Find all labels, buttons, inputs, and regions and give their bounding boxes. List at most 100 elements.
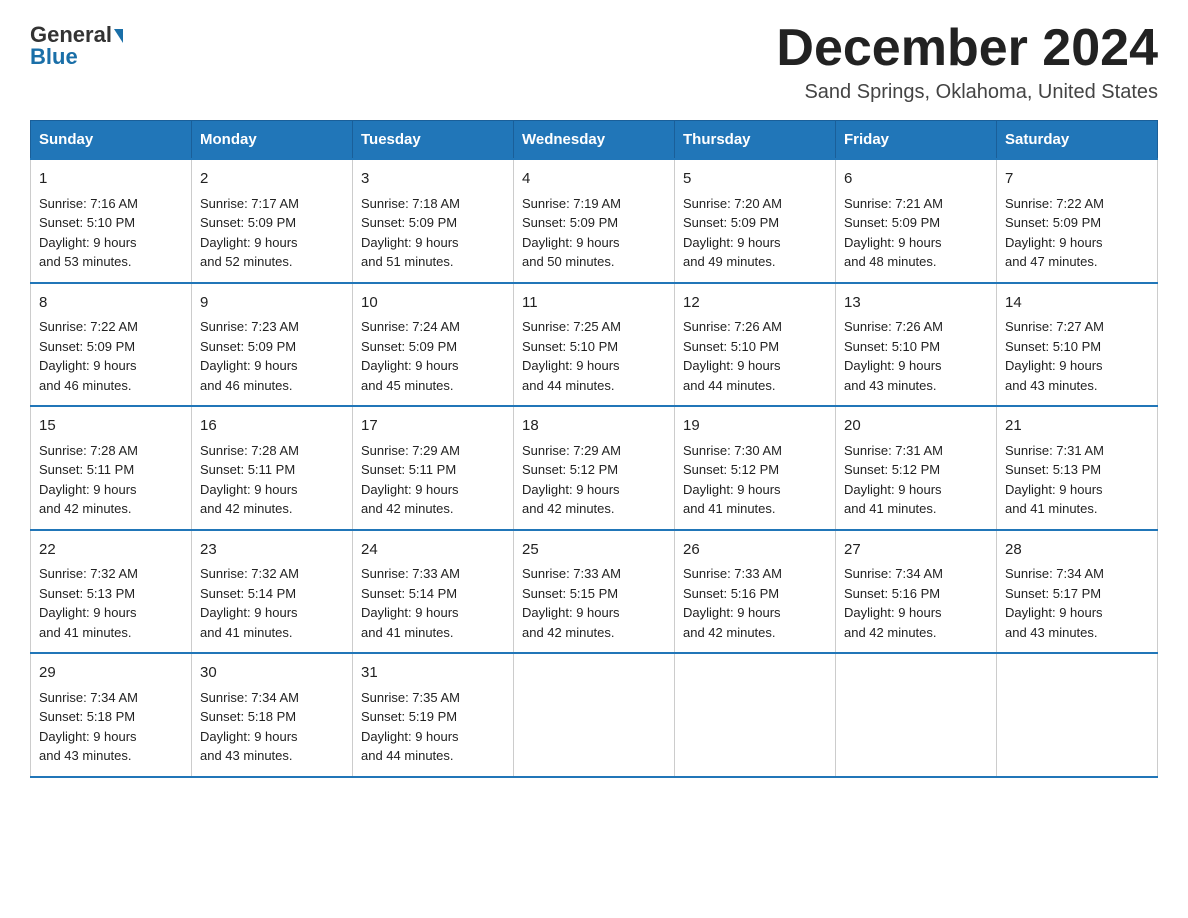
calendar-cell: 18 Sunrise: 7:29 AMSunset: 5:12 PMDayligh… [514, 406, 675, 530]
day-info: Sunrise: 7:34 AMSunset: 5:18 PMDaylight:… [39, 688, 183, 766]
calendar-cell: 29 Sunrise: 7:34 AMSunset: 5:18 PMDayligh… [31, 653, 192, 777]
day-info: Sunrise: 7:17 AMSunset: 5:09 PMDaylight:… [200, 194, 344, 272]
day-number: 22 [39, 539, 183, 562]
calendar-header-sunday: Sunday [31, 121, 192, 160]
day-number: 23 [200, 539, 344, 562]
day-info: Sunrise: 7:31 AMSunset: 5:12 PMDaylight:… [844, 441, 988, 519]
day-number: 21 [1005, 415, 1149, 438]
calendar-cell: 28Sunrise: 7:34 AMSunset: 5:17 PMDayligh… [997, 530, 1158, 654]
day-number: 11 [522, 292, 666, 315]
day-number: 26 [683, 539, 827, 562]
calendar-cell: 30 Sunrise: 7:34 AMSunset: 5:18 PMDayligh… [192, 653, 353, 777]
calendar-cell: 26Sunrise: 7:33 AMSunset: 5:16 PMDayligh… [675, 530, 836, 654]
day-info: Sunrise: 7:20 AMSunset: 5:09 PMDaylight:… [683, 194, 827, 272]
day-number: 31 [361, 662, 505, 685]
calendar-cell [836, 653, 997, 777]
day-number: 28 [1005, 539, 1149, 562]
calendar-cell [997, 653, 1158, 777]
calendar-week-row: 29 Sunrise: 7:34 AMSunset: 5:18 PMDayligh… [31, 653, 1158, 777]
calendar-cell: 7Sunrise: 7:22 AMSunset: 5:09 PMDaylight… [997, 159, 1158, 283]
day-number: 8 [39, 292, 183, 315]
day-info: Sunrise: 7:28 AMSunset: 5:11 PMDaylight:… [200, 441, 344, 519]
title-block: December 2024 Sand Springs, Oklahoma, Un… [776, 20, 1158, 104]
day-info: Sunrise: 7:22 AMSunset: 5:09 PMDaylight:… [39, 317, 183, 395]
calendar-cell: 14Sunrise: 7:27 AMSunset: 5:10 PMDayligh… [997, 283, 1158, 407]
calendar-cell: 5 Sunrise: 7:20 AMSunset: 5:09 PMDaylight… [675, 159, 836, 283]
day-info: Sunrise: 7:34 AMSunset: 5:17 PMDaylight:… [1005, 564, 1149, 642]
calendar-cell: 20 Sunrise: 7:31 AMSunset: 5:12 PMDayligh… [836, 406, 997, 530]
day-info: Sunrise: 7:33 AMSunset: 5:16 PMDaylight:… [683, 564, 827, 642]
day-info: Sunrise: 7:23 AMSunset: 5:09 PMDaylight:… [200, 317, 344, 395]
day-number: 10 [361, 292, 505, 315]
calendar-cell: 10Sunrise: 7:24 AMSunset: 5:09 PMDayligh… [353, 283, 514, 407]
day-number: 15 [39, 415, 183, 438]
day-info: Sunrise: 7:33 AMSunset: 5:15 PMDaylight:… [522, 564, 666, 642]
calendar-cell: 19 Sunrise: 7:30 AMSunset: 5:12 PMDayligh… [675, 406, 836, 530]
day-info: Sunrise: 7:16 AMSunset: 5:10 PMDaylight:… [39, 194, 183, 272]
day-info: Sunrise: 7:30 AMSunset: 5:12 PMDaylight:… [683, 441, 827, 519]
day-info: Sunrise: 7:32 AMSunset: 5:13 PMDaylight:… [39, 564, 183, 642]
logo-triangle-icon [114, 29, 123, 43]
day-number: 17 [361, 415, 505, 438]
calendar-cell: 15 Sunrise: 7:28 AMSunset: 5:11 PMDayligh… [31, 406, 192, 530]
day-number: 16 [200, 415, 344, 438]
day-number: 7 [1005, 168, 1149, 191]
day-info: Sunrise: 7:34 AMSunset: 5:18 PMDaylight:… [200, 688, 344, 766]
month-title: December 2024 [776, 20, 1158, 77]
day-number: 3 [361, 168, 505, 191]
day-info: Sunrise: 7:29 AMSunset: 5:12 PMDaylight:… [522, 441, 666, 519]
day-info: Sunrise: 7:27 AMSunset: 5:10 PMDaylight:… [1005, 317, 1149, 395]
day-info: Sunrise: 7:32 AMSunset: 5:14 PMDaylight:… [200, 564, 344, 642]
calendar-cell [514, 653, 675, 777]
day-number: 2 [200, 168, 344, 191]
day-number: 20 [844, 415, 988, 438]
day-info: Sunrise: 7:28 AMSunset: 5:11 PMDaylight:… [39, 441, 183, 519]
calendar-cell: 24Sunrise: 7:33 AMSunset: 5:14 PMDayligh… [353, 530, 514, 654]
day-number: 1 [39, 168, 183, 191]
calendar-cell: 25Sunrise: 7:33 AMSunset: 5:15 PMDayligh… [514, 530, 675, 654]
calendar-cell: 1 Sunrise: 7:16 AMSunset: 5:10 PMDaylight… [31, 159, 192, 283]
day-number: 30 [200, 662, 344, 685]
day-number: 12 [683, 292, 827, 315]
calendar-week-row: 8Sunrise: 7:22 AMSunset: 5:09 PMDaylight… [31, 283, 1158, 407]
calendar-cell: 27Sunrise: 7:34 AMSunset: 5:16 PMDayligh… [836, 530, 997, 654]
logo: General Blue [30, 20, 123, 68]
day-number: 4 [522, 168, 666, 191]
day-number: 29 [39, 662, 183, 685]
calendar-cell: 4 Sunrise: 7:19 AMSunset: 5:09 PMDaylight… [514, 159, 675, 283]
calendar-week-row: 1 Sunrise: 7:16 AMSunset: 5:10 PMDaylight… [31, 159, 1158, 283]
day-number: 6 [844, 168, 988, 191]
calendar-week-row: 22Sunrise: 7:32 AMSunset: 5:13 PMDayligh… [31, 530, 1158, 654]
day-number: 14 [1005, 292, 1149, 315]
day-info: Sunrise: 7:34 AMSunset: 5:16 PMDaylight:… [844, 564, 988, 642]
day-number: 19 [683, 415, 827, 438]
calendar-cell: 16 Sunrise: 7:28 AMSunset: 5:11 PMDayligh… [192, 406, 353, 530]
day-info: Sunrise: 7:33 AMSunset: 5:14 PMDaylight:… [361, 564, 505, 642]
calendar-header-thursday: Thursday [675, 121, 836, 160]
day-info: Sunrise: 7:25 AMSunset: 5:10 PMDaylight:… [522, 317, 666, 395]
day-number: 25 [522, 539, 666, 562]
day-info: Sunrise: 7:35 AMSunset: 5:19 PMDaylight:… [361, 688, 505, 766]
day-number: 5 [683, 168, 827, 191]
calendar-cell: 2 Sunrise: 7:17 AMSunset: 5:09 PMDaylight… [192, 159, 353, 283]
day-info: Sunrise: 7:29 AMSunset: 5:11 PMDaylight:… [361, 441, 505, 519]
day-number: 18 [522, 415, 666, 438]
day-number: 9 [200, 292, 344, 315]
logo-blue-text: Blue [30, 46, 78, 68]
calendar-cell: 23Sunrise: 7:32 AMSunset: 5:14 PMDayligh… [192, 530, 353, 654]
day-info: Sunrise: 7:26 AMSunset: 5:10 PMDaylight:… [844, 317, 988, 395]
calendar-cell: 11Sunrise: 7:25 AMSunset: 5:10 PMDayligh… [514, 283, 675, 407]
calendar-cell: 9Sunrise: 7:23 AMSunset: 5:09 PMDaylight… [192, 283, 353, 407]
calendar-header-tuesday: Tuesday [353, 121, 514, 160]
calendar-cell: 21Sunrise: 7:31 AMSunset: 5:13 PMDayligh… [997, 406, 1158, 530]
logo-general-text: General [30, 24, 123, 46]
calendar-cell: 17 Sunrise: 7:29 AMSunset: 5:11 PMDayligh… [353, 406, 514, 530]
calendar-cell: 3Sunrise: 7:18 AMSunset: 5:09 PMDaylight… [353, 159, 514, 283]
calendar-cell: 31 Sunrise: 7:35 AMSunset: 5:19 PMDayligh… [353, 653, 514, 777]
day-info: Sunrise: 7:26 AMSunset: 5:10 PMDaylight:… [683, 317, 827, 395]
calendar-cell [675, 653, 836, 777]
calendar-cell: 8Sunrise: 7:22 AMSunset: 5:09 PMDaylight… [31, 283, 192, 407]
day-info: Sunrise: 7:19 AMSunset: 5:09 PMDaylight:… [522, 194, 666, 272]
day-info: Sunrise: 7:21 AMSunset: 5:09 PMDaylight:… [844, 194, 988, 272]
page-header: General Blue December 2024 Sand Springs,… [30, 20, 1158, 104]
